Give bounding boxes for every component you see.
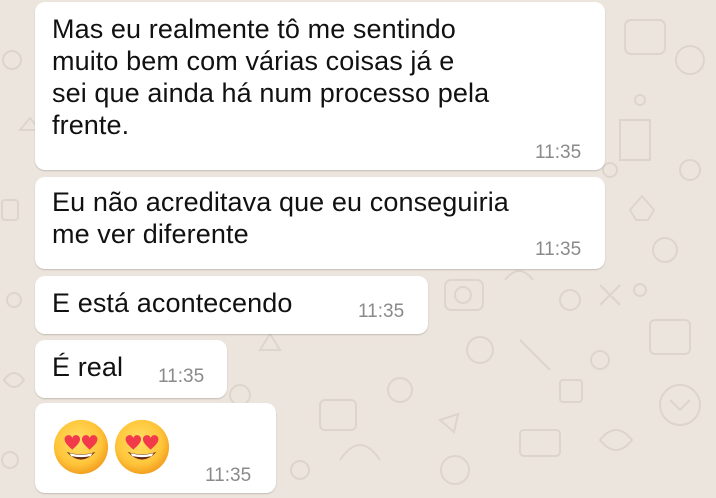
heart-eyes-emoji-icon [114, 419, 170, 475]
message-timestamp: 11:35 [158, 366, 205, 387]
message-timestamp: 11:35 [205, 465, 252, 486]
message-text: Mas eu realmente tô me sentindo muito be… [52, 14, 490, 140]
message-bubble[interactable]: 11:35 [35, 403, 276, 493]
message-bubble[interactable]: Mas eu realmente tô me sentindo muito be… [35, 2, 605, 170]
message-text: Eu não acreditava que eu conseguiria me … [52, 187, 509, 249]
message-text: É real [52, 352, 124, 382]
message-timestamp: 11:35 [535, 239, 582, 260]
message-bubble[interactable]: Eu não acreditava que eu conseguiria me … [35, 177, 605, 269]
message-text: E está acontecendo [52, 288, 293, 318]
message-timestamp: 11:35 [358, 301, 405, 322]
heart-eyes-emoji-icon [53, 419, 109, 475]
message-bubble[interactable]: E está acontecendo 11:35 [35, 276, 428, 334]
message-timestamp: 11:35 [535, 142, 582, 163]
message-bubble[interactable]: É real 11:35 [35, 340, 227, 398]
